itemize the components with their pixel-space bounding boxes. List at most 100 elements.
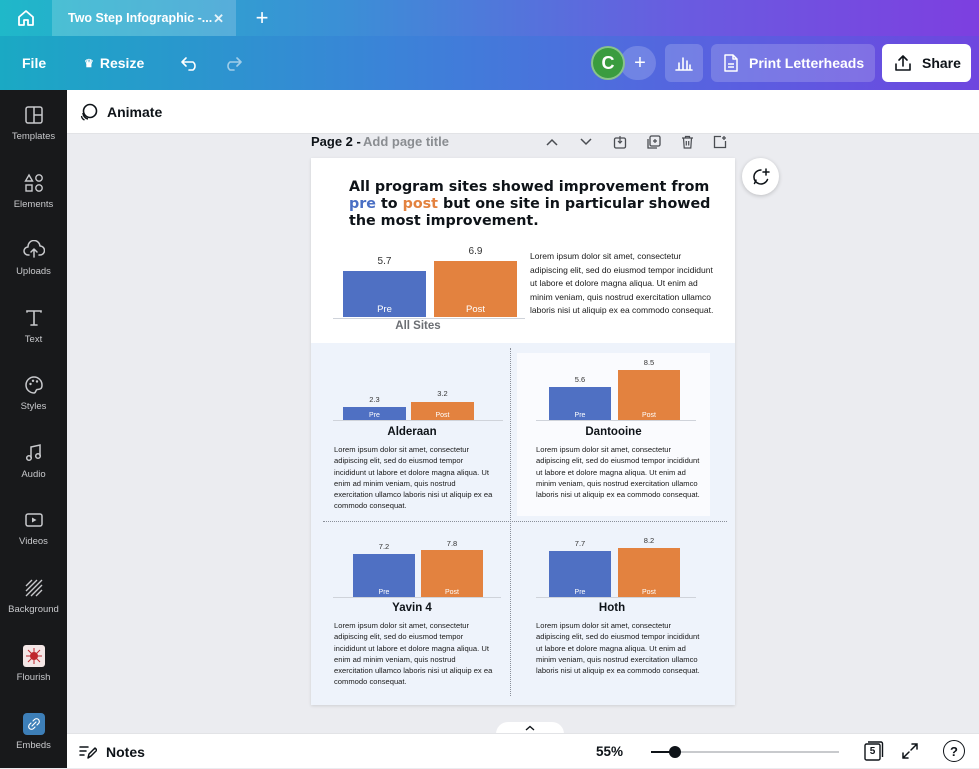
bar-label: Pre	[574, 589, 586, 596]
yavin-pre-value: 7.2	[378, 542, 390, 551]
delete-page-icon[interactable]	[678, 133, 696, 151]
file-menu-button[interactable]: File	[22, 36, 46, 90]
notes-icon	[79, 745, 97, 759]
zoom-slider-handle[interactable]	[669, 746, 681, 758]
bar-label: Pre	[378, 589, 390, 596]
user-avatar[interactable]: C	[591, 46, 625, 80]
sidebar-item-audio[interactable]: Audio	[0, 431, 67, 491]
help-button[interactable]: ?	[943, 740, 965, 762]
document-icon	[724, 54, 738, 72]
sidebar-item-styles[interactable]: Styles	[0, 363, 67, 423]
expand-icon	[902, 743, 918, 759]
sidebar-item-label: Embeds	[16, 740, 51, 751]
print-letterheads-button[interactable]: Print Letterheads	[711, 44, 875, 82]
new-tab-button[interactable]: +	[248, 4, 276, 32]
home-button[interactable]	[0, 0, 52, 36]
print-label: Print Letterheads	[749, 55, 865, 71]
infographic-headline[interactable]: All program sites showed improvement fro…	[349, 179, 719, 230]
page-title-input[interactable]: Add page title	[363, 134, 449, 149]
duplicate-page-icon[interactable]	[644, 133, 662, 151]
chevron-up-icon	[525, 725, 535, 731]
undo-button[interactable]	[180, 36, 200, 90]
bar-label: Post	[465, 304, 485, 315]
hoth-post-bar[interactable]: Post	[618, 548, 680, 597]
all-sites-pre-bar[interactable]: Pre	[343, 271, 426, 317]
chevron-up-icon[interactable]	[543, 133, 561, 151]
palette-icon	[23, 374, 45, 396]
sidebar-item-label: Videos	[19, 536, 48, 547]
resize-button[interactable]: ♛ Resize	[84, 36, 144, 90]
redo-button[interactable]	[223, 36, 243, 90]
sidebar-item-videos[interactable]: Videos	[0, 498, 67, 558]
tab-title: Two Step Infographic -...	[68, 11, 213, 25]
sidebar-item-label: Text	[24, 334, 43, 345]
editor-toolbar: File ♛ Resize + C Print Letterheads Shar…	[0, 36, 979, 90]
browser-tab-bar: Two Step Infographic -... ✕ +	[0, 0, 979, 36]
yavin-title[interactable]: Yavin 4	[333, 602, 491, 614]
alderaan-title[interactable]: Alderaan	[333, 426, 491, 438]
zoom-percentage[interactable]: 55%	[596, 744, 623, 759]
alderaan-post-value: 3.2	[437, 389, 448, 398]
zoom-slider[interactable]	[651, 746, 839, 758]
alderaan-pre-bar[interactable]: Pre	[343, 407, 406, 420]
share-icon	[895, 55, 911, 71]
hide-page-icon[interactable]	[611, 133, 629, 151]
close-tab-icon[interactable]: ✕	[213, 11, 224, 27]
alderaan-pre-value: 2.3	[369, 395, 380, 404]
yavin-body-text[interactable]: Lorem ipsum dolor sit amet, consectetur …	[334, 620, 496, 688]
bottom-bar: Notes 55% 5 ?	[67, 733, 979, 768]
all-sites-label[interactable]: All Sites	[343, 320, 493, 332]
chart-baseline	[536, 597, 696, 598]
dantooine-post-bar[interactable]: Post	[618, 370, 680, 420]
uploads-icon	[22, 239, 45, 261]
invite-collaborator-button[interactable]: +	[620, 46, 656, 80]
dantooine-pre-bar[interactable]: Pre	[549, 387, 611, 420]
alderaan-post-bar[interactable]: Post	[411, 402, 474, 420]
bar-label: Post	[435, 412, 450, 419]
sidebar-item-uploads[interactable]: Uploads	[0, 228, 67, 288]
sidebar-item-templates[interactable]: Templates	[0, 93, 67, 153]
dantooine-body-text[interactable]: Lorem ipsum dolor sit amet, consectetur …	[536, 444, 701, 500]
dantooine-pre-value: 5.6	[574, 375, 586, 384]
chevron-down-icon[interactable]	[577, 133, 595, 151]
notes-button[interactable]: Notes	[79, 734, 145, 769]
sidebar-item-flourish[interactable]: Flourish	[0, 634, 67, 694]
sidebar-item-embeds[interactable]: Embeds	[0, 702, 67, 762]
sidebar-item-background[interactable]: Background	[0, 566, 67, 626]
animate-button[interactable]: Animate	[79, 90, 162, 134]
headline-post-word: post	[402, 196, 439, 212]
yavin-pre-bar[interactable]: Pre	[353, 554, 415, 597]
resize-label: Resize	[99, 55, 145, 71]
all-sites-post-bar[interactable]: Post	[434, 261, 517, 317]
page-count-button[interactable]: 5	[862, 740, 884, 762]
crown-icon: ♛	[84, 57, 94, 70]
alderaan-body-text[interactable]: Lorem ipsum dolor sit amet, consectetur …	[334, 444, 496, 512]
templates-icon	[23, 104, 45, 126]
sidebar-item-label: Templates	[11, 131, 56, 142]
sidebar-item-text[interactable]: Text	[0, 296, 67, 356]
hoth-post-value: 8.2	[643, 536, 655, 545]
design-page[interactable]: All program sites showed improvement fro…	[311, 158, 735, 705]
yavin-post-bar[interactable]: Post	[421, 550, 483, 597]
sidebar-item-elements[interactable]: Elements	[0, 161, 67, 221]
add-comment-button[interactable]	[742, 158, 779, 195]
insights-button[interactable]	[665, 44, 703, 82]
elements-icon	[23, 172, 45, 194]
hoth-title[interactable]: Hoth	[536, 602, 688, 614]
chart-baseline	[333, 318, 525, 319]
left-sidebar: Templates Elements Uploads Text Styles A…	[0, 90, 67, 768]
home-icon	[18, 10, 34, 26]
video-icon	[23, 509, 45, 531]
design-tab[interactable]: Two Step Infographic -... ✕	[52, 0, 236, 36]
fullscreen-button[interactable]	[901, 742, 921, 762]
hoth-pre-bar[interactable]: Pre	[549, 551, 611, 597]
bar-label: Pre	[377, 304, 392, 315]
dantooine-title[interactable]: Dantooine	[536, 426, 691, 438]
all-sites-body-text[interactable]: Lorem ipsum dolor sit amet, consectetur …	[530, 250, 716, 318]
share-button[interactable]: Share	[882, 44, 971, 82]
bar-label: Post	[641, 412, 656, 419]
grid-horizontal-divider	[323, 521, 727, 522]
yavin-post-value: 7.8	[446, 539, 458, 548]
add-page-icon[interactable]	[711, 133, 729, 151]
hoth-body-text[interactable]: Lorem ipsum dolor sit amet, consectetur …	[536, 620, 701, 676]
